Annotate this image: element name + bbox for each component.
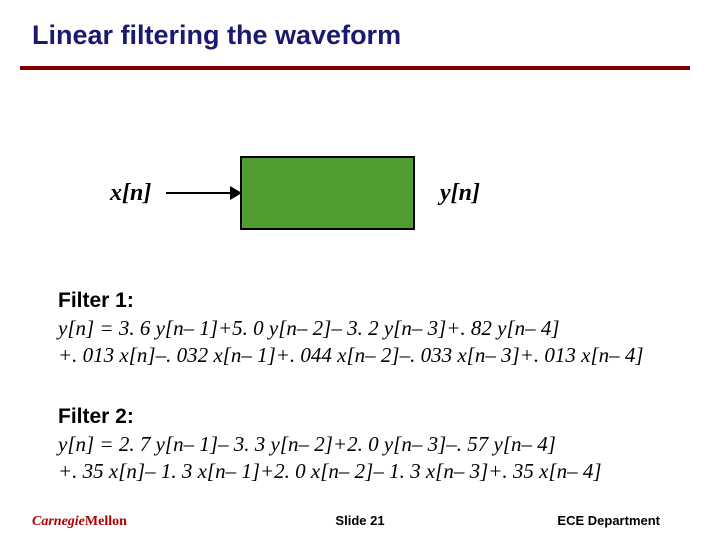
title-rule	[20, 66, 690, 70]
filter2-block: Filter 2: y[n] = 2. 7 y[n– 1]– 3. 3 y[n–…	[58, 404, 678, 485]
arrow-line	[166, 192, 236, 194]
filter2-eq-line2: +. 35 x[n]– 1. 3 x[n– 1]+2. 0 x[n– 2]– 1…	[58, 458, 678, 485]
output-label: y[n]	[440, 180, 480, 207]
filter-block	[240, 156, 415, 230]
filter1-eq-line1: y[n] = 3. 6 y[n– 1]+5. 0 y[n– 2]– 3. 2 y…	[58, 315, 678, 342]
filter1-block: Filter 1: y[n] = 3. 6 y[n– 1]+5. 0 y[n– …	[58, 288, 678, 369]
filter1-eq-line2: +. 013 x[n]–. 032 x[n– 1]+. 044 x[n– 2]–…	[58, 342, 678, 369]
input-label: x[n]	[110, 180, 151, 207]
department-label: ECE Department	[557, 513, 660, 528]
filter1-heading: Filter 1:	[58, 288, 678, 315]
filter2-eq-line1: y[n] = 2. 7 y[n– 1]– 3. 3 y[n– 2]+2. 0 y…	[58, 431, 678, 458]
block-diagram: x[n] y[n]	[110, 148, 610, 238]
filter2-heading: Filter 2:	[58, 404, 678, 431]
slide-title: Linear filtering the waveform	[32, 20, 401, 51]
